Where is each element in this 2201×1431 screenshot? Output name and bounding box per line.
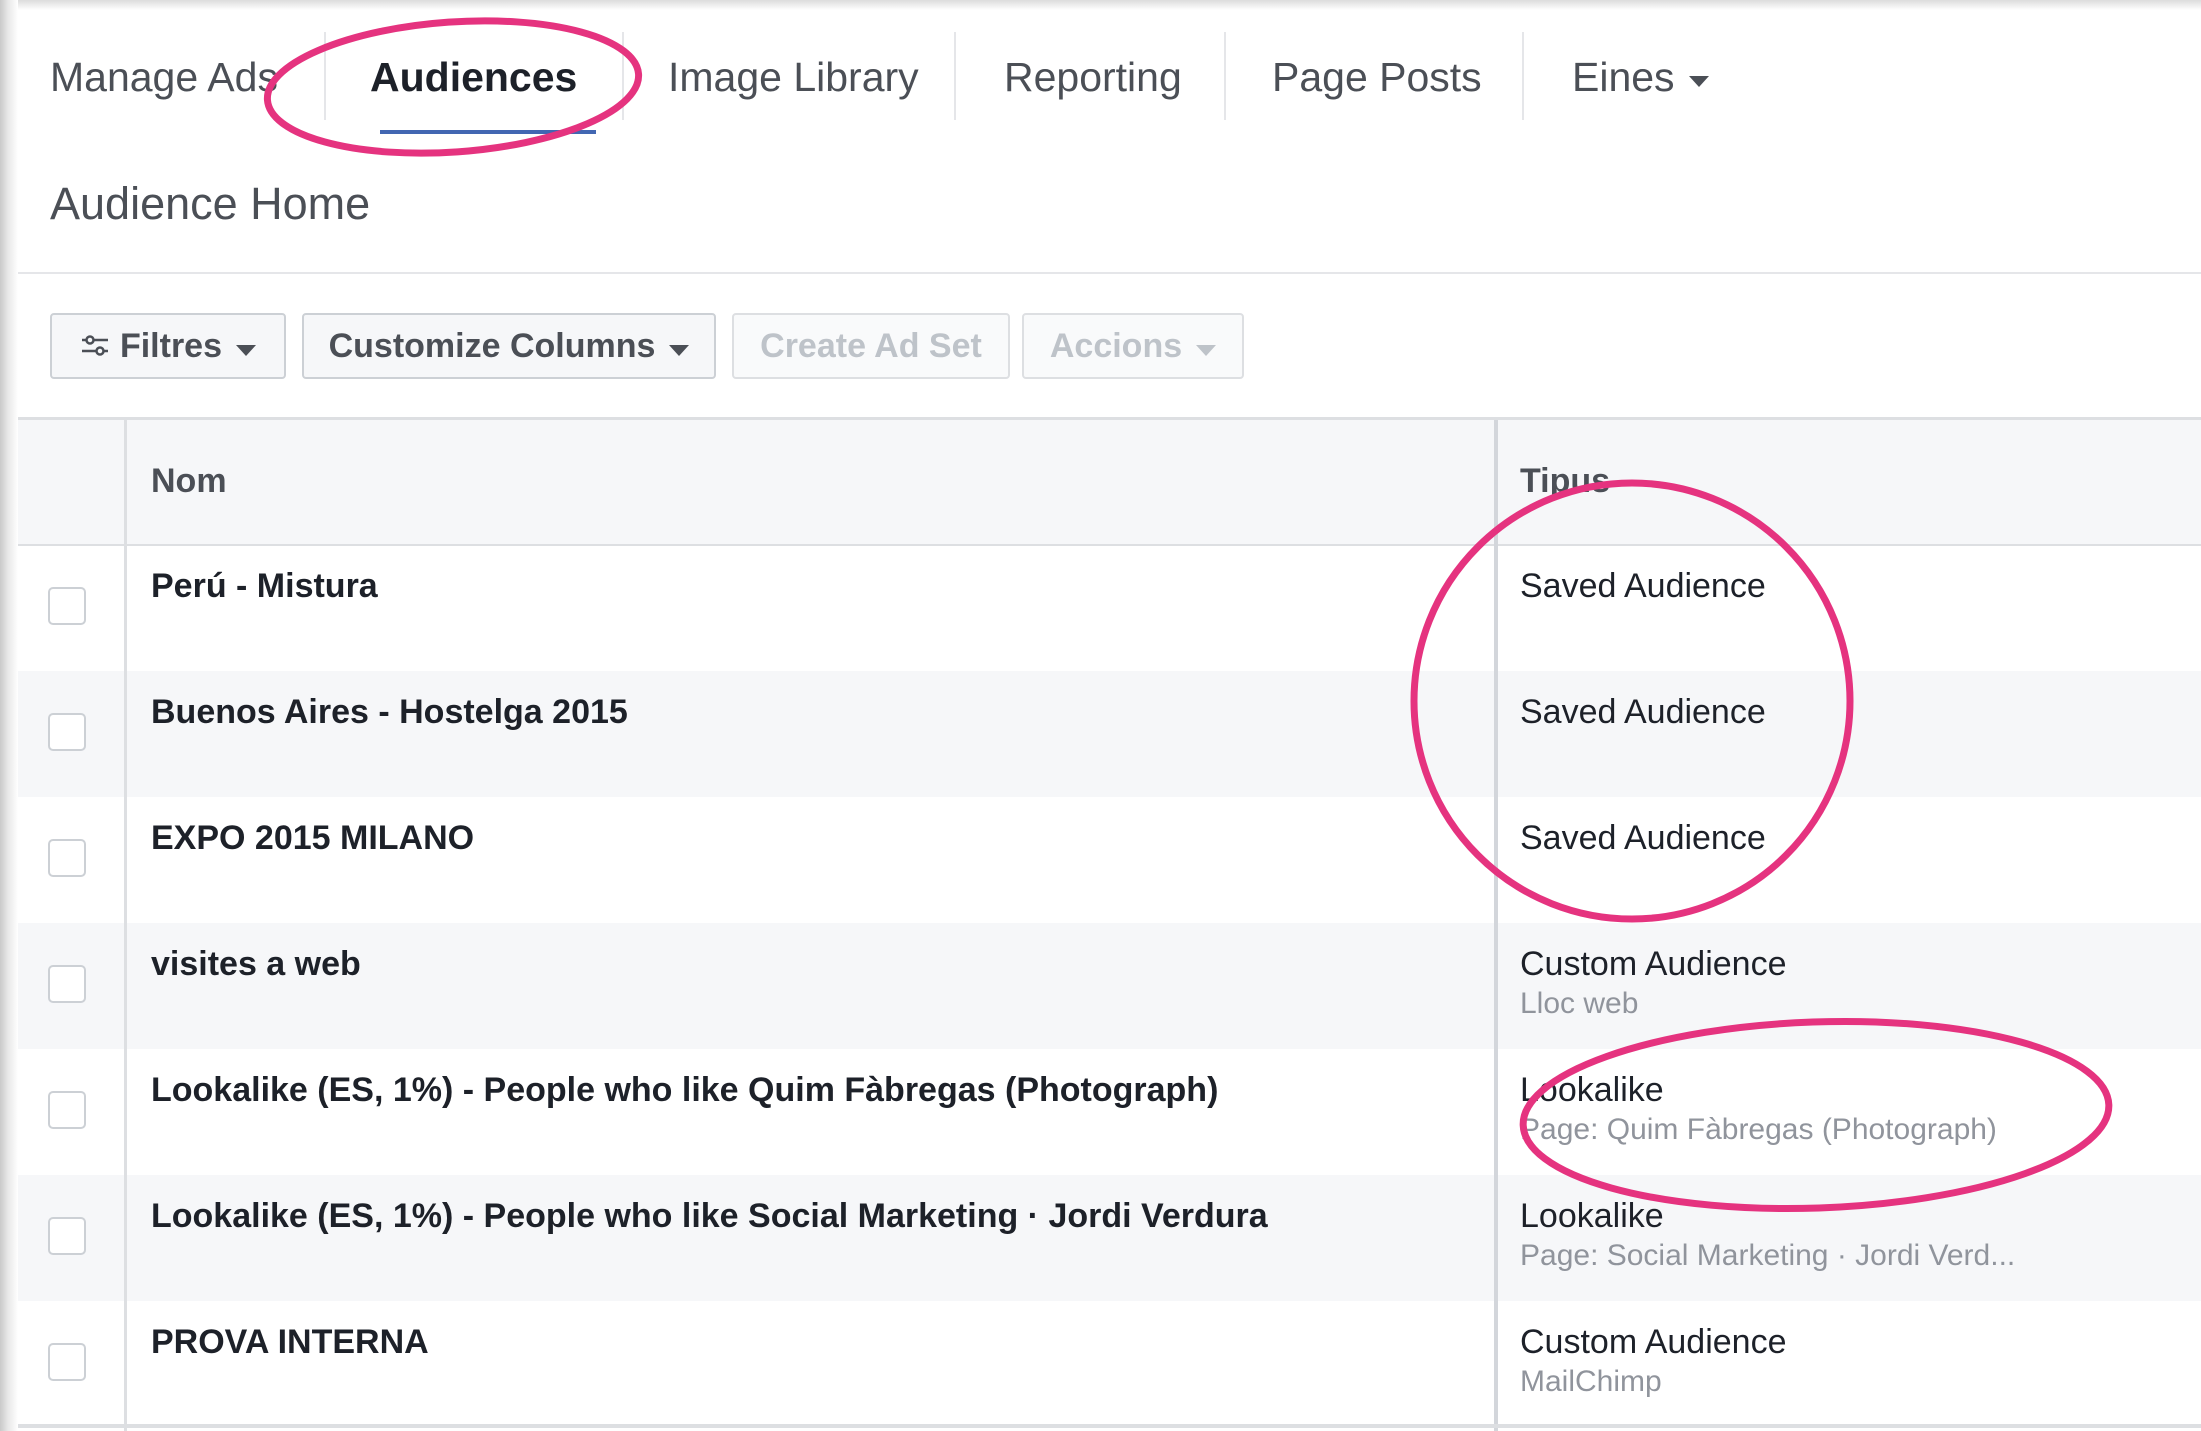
tab-divider	[954, 32, 956, 120]
audience-type: Saved Audience	[1520, 567, 1766, 605]
audience-source: Lloc web	[1520, 987, 1639, 1020]
audience-type: Saved Audience	[1520, 819, 1766, 857]
tab-divider	[324, 32, 326, 120]
chevron-down-icon	[236, 344, 257, 356]
tab-label: Image Library	[668, 53, 919, 100]
row-checkbox[interactable]	[48, 587, 86, 625]
actions-label: Accions	[1049, 326, 1183, 365]
divider	[18, 272, 2201, 274]
chevron-down-icon	[1196, 344, 1217, 356]
audience-name: PROVA INTERNA	[151, 1323, 429, 1361]
column-header-name[interactable]: Nom	[151, 462, 227, 501]
column-divider	[124, 420, 127, 1431]
tab-manage-ads[interactable]: Manage Ads	[50, 18, 278, 136]
table-border	[18, 1424, 2201, 1428]
row-checkbox[interactable]	[48, 1343, 86, 1381]
tab-divider	[1522, 32, 1524, 120]
table-row[interactable]: Buenos Aires - Hostelga 2015 Saved Audie…	[18, 671, 2201, 797]
tab-label: Eines	[1572, 53, 1675, 100]
tab-image-library[interactable]: Image Library	[668, 18, 919, 136]
column-header-type[interactable]: Tipus	[1520, 462, 1610, 501]
table-row[interactable]: Perú - Mistura Saved Audience	[18, 545, 2201, 671]
customize-columns-button[interactable]: Customize Columns	[302, 313, 716, 379]
audience-type: Lookalike	[1520, 1071, 1664, 1109]
audience-name: Perú - Mistura	[151, 567, 378, 605]
row-checkbox[interactable]	[48, 839, 86, 877]
top-shadow	[0, 0, 2201, 10]
row-checkbox[interactable]	[48, 713, 86, 751]
chevron-down-icon	[669, 344, 690, 356]
table-row[interactable]: Lookalike (ES, 1%) - People who like Soc…	[18, 1175, 2201, 1301]
table-row[interactable]: PROVA INTERNA Custom Audience MailChimp	[18, 1301, 2201, 1427]
audience-source: Page: Quim Fàbregas (Photograph)	[1520, 1113, 1997, 1146]
audience-type: Custom Audience	[1520, 1323, 1787, 1361]
audience-source: Page: Social Marketing · Jordi Verd...	[1520, 1239, 2016, 1272]
audiences-screen: Manage Ads Audiences Image Library Repor…	[0, 0, 2201, 1431]
filters-label: Filtres	[119, 326, 223, 365]
active-tab-underline	[380, 130, 596, 134]
row-checkbox[interactable]	[48, 1091, 86, 1129]
row-checkbox[interactable]	[48, 965, 86, 1003]
panel-shadow	[0, 0, 18, 1431]
audience-type: Saved Audience	[1520, 693, 1766, 731]
tab-page-posts[interactable]: Page Posts	[1272, 18, 1482, 136]
filters-button[interactable]: Filtres	[50, 313, 286, 379]
actions-button[interactable]: Accions	[1022, 313, 1244, 379]
audience-name: visites a web	[151, 945, 361, 983]
table-row[interactable]: EXPO 2015 MILANO Saved Audience	[18, 797, 2201, 923]
audience-name: Lookalike (ES, 1%) - People who like Qui…	[151, 1071, 1219, 1109]
tab-eines[interactable]: Eines	[1572, 18, 1709, 136]
tab-label: Page Posts	[1272, 53, 1482, 100]
tab-audiences[interactable]: Audiences	[370, 18, 577, 136]
tab-label: Reporting	[1004, 53, 1182, 100]
table-row[interactable]: Lookalike (ES, 1%) - People who like Qui…	[18, 1049, 2201, 1175]
create-ad-set-label: Create Ad Set	[760, 326, 982, 365]
audience-name: EXPO 2015 MILANO	[151, 819, 475, 857]
column-divider	[1494, 420, 1498, 1431]
audience-type: Lookalike	[1520, 1197, 1664, 1235]
audience-source: MailChimp	[1520, 1365, 1662, 1398]
audience-name: Lookalike (ES, 1%) - People who like Soc…	[151, 1197, 1268, 1235]
table-header-row	[18, 420, 2201, 546]
tab-label: Manage Ads	[50, 53, 278, 100]
tab-reporting[interactable]: Reporting	[1004, 18, 1182, 136]
table-row[interactable]: visites a web Custom Audience Lloc web	[18, 923, 2201, 1049]
filter-icon	[81, 335, 108, 356]
audience-name: Buenos Aires - Hostelga 2015	[151, 693, 628, 731]
row-checkbox[interactable]	[48, 1217, 86, 1255]
create-ad-set-button[interactable]: Create Ad Set	[732, 313, 1010, 379]
chevron-down-icon	[1688, 75, 1709, 87]
tab-label: Audiences	[370, 53, 578, 100]
tab-divider	[622, 32, 624, 120]
customize-columns-label: Customize Columns	[328, 326, 656, 365]
audience-type: Custom Audience	[1520, 945, 1787, 983]
page-title: Audience Home	[50, 178, 371, 229]
top-nav: Manage Ads Audiences Image Library Repor…	[18, 18, 2201, 138]
tab-divider	[1224, 32, 1226, 120]
